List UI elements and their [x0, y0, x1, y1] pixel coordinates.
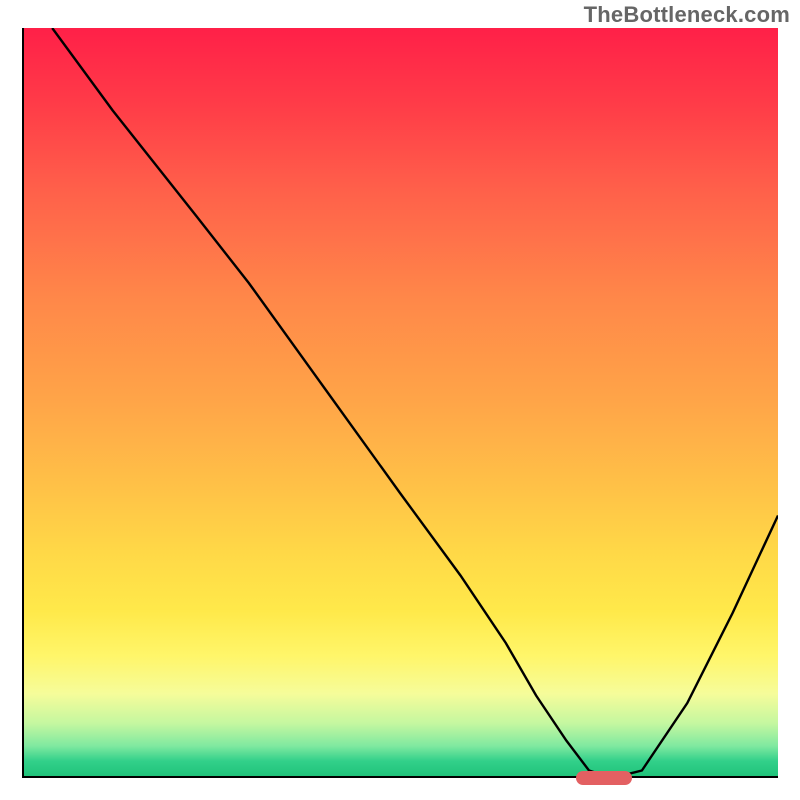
chart-frame: [22, 28, 778, 778]
chart-gradient-plot: [22, 28, 778, 778]
watermark-text: TheBottleneck.com: [584, 2, 790, 28]
chart-optimal-marker: [576, 771, 632, 785]
